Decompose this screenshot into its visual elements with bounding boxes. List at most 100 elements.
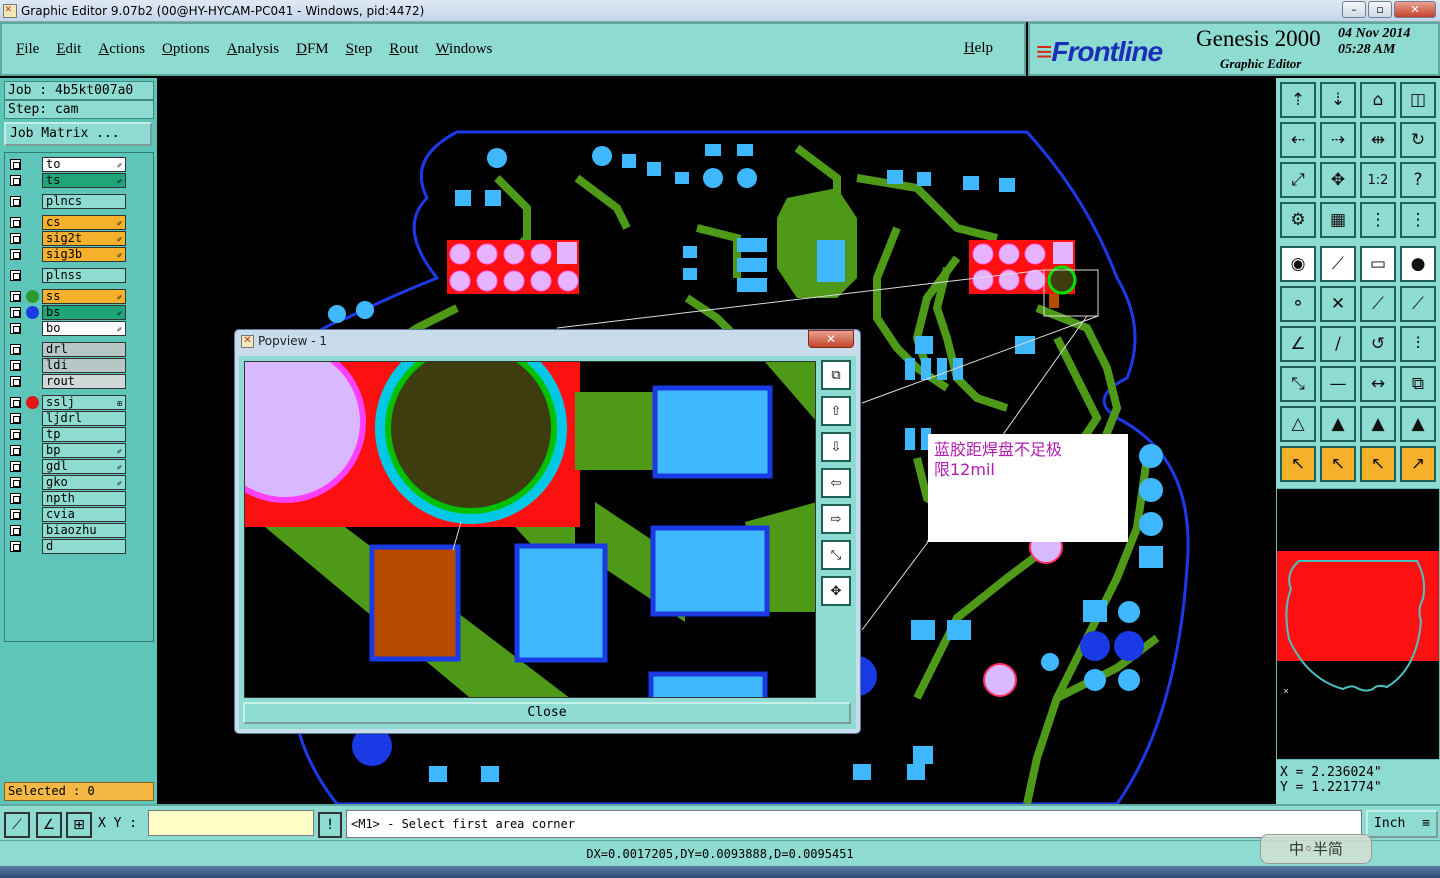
layer-checkbox[interactable]	[10, 493, 21, 504]
home-view-icon[interactable]: ⌂	[1360, 82, 1396, 118]
help-icon[interactable]: ?	[1400, 162, 1436, 198]
layer-row[interactable]: gdl ✐	[8, 459, 126, 474]
layer-name[interactable]: cvia	[42, 507, 126, 522]
menu-rout[interactable]: Rout	[389, 41, 418, 58]
layer-checkbox[interactable]	[10, 445, 21, 456]
layer-checkbox[interactable]	[10, 397, 21, 408]
angle-mode-icon[interactable]: ∠	[36, 812, 62, 838]
grid-snap-icon[interactable]: ⊞	[66, 812, 92, 838]
layer-checkbox[interactable]	[10, 175, 21, 186]
layer-checkbox[interactable]	[10, 429, 21, 440]
copy-icon[interactable]: ⧉	[1400, 366, 1436, 402]
layer-display-icon[interactable]: ⋮	[1360, 202, 1396, 238]
snap-mode-icon[interactable]: ⟋	[4, 812, 30, 838]
layer-row[interactable]: rout	[8, 374, 126, 389]
layer-row[interactable]: to ✐	[8, 157, 126, 172]
layer-checkbox[interactable]	[10, 509, 21, 520]
layer-name[interactable]: rout	[42, 374, 126, 389]
popview-close-button[interactable]: Close	[243, 702, 851, 724]
popview-pan-up-icon[interactable]: ⇧	[821, 396, 851, 426]
measure-icon[interactable]: ↔	[1360, 366, 1396, 402]
connect-icon[interactable]: ⚬	[1280, 286, 1316, 322]
layer-name[interactable]: biaozhu	[42, 523, 126, 538]
layer-row[interactable]: ss ✐	[8, 289, 126, 304]
layer-checkbox[interactable]	[10, 196, 21, 207]
layer-row[interactable]: ljdrl	[8, 411, 126, 426]
layer-name[interactable]: bs ✐	[42, 305, 126, 320]
popview-zoom-in-icon[interactable]: ⤡	[821, 540, 851, 570]
pan-down-icon[interactable]: ⇣	[1320, 82, 1356, 118]
layer-row[interactable]: sslj ⊞	[8, 395, 126, 410]
pointer-box-icon[interactable]: ↖	[1320, 446, 1356, 482]
close-window-button[interactable]: ✕	[1394, 1, 1436, 18]
menu-windows[interactable]: Windows	[435, 41, 492, 58]
layer-name[interactable]: ss ✐	[42, 289, 126, 304]
maximize-button[interactable]: ▫	[1368, 1, 1392, 18]
unit-selector[interactable]: Inch ≡	[1366, 810, 1438, 838]
menu-analysis[interactable]: Analysis	[227, 41, 280, 58]
popview-zoom-out-icon[interactable]: ✥	[821, 576, 851, 606]
layer-row[interactable]: d	[8, 539, 126, 554]
pad-icon[interactable]: ●	[1400, 246, 1436, 282]
layer-name[interactable]: gdl ✐	[42, 459, 126, 474]
layer-name[interactable]: bo ✐	[42, 321, 126, 336]
layer-checkbox[interactable]	[10, 159, 21, 170]
menu-file[interactable]: File	[16, 41, 39, 58]
pan-right-icon[interactable]: ⇢	[1320, 122, 1356, 158]
pan-left-icon[interactable]: ⇠	[1280, 122, 1316, 158]
menu-options[interactable]: Options	[162, 41, 210, 58]
add-arc-icon[interactable]: ⟋	[1400, 286, 1436, 322]
pointer-icon[interactable]: ↖	[1280, 446, 1316, 482]
ruler-icon[interactable]: ▭	[1360, 246, 1396, 282]
layer-row[interactable]: plnss	[8, 268, 126, 283]
layer-name[interactable]: sig3b ✐	[42, 247, 126, 262]
layer-checkbox[interactable]	[10, 461, 21, 472]
mirror-icon[interactable]: ⇹	[1360, 122, 1396, 158]
layer-checkbox[interactable]	[10, 525, 21, 536]
horizontal-line-icon[interactable]: —	[1320, 366, 1356, 402]
layer-name[interactable]: gko ✐	[42, 475, 126, 490]
warning-icon[interactable]: !	[318, 812, 342, 838]
select-feature-icon[interactable]: ◉	[1280, 246, 1316, 282]
popview-pan-down-icon[interactable]: ⇩	[821, 432, 851, 462]
layer-checkbox[interactable]	[10, 360, 21, 371]
triangle-arrow-icon[interactable]: ▲	[1360, 406, 1396, 442]
layer-checkbox[interactable]	[10, 477, 21, 488]
layer-row[interactable]: ldi	[8, 358, 126, 373]
triangle-outline-icon[interactable]: ▲	[1320, 406, 1356, 442]
menu-step[interactable]: Step	[346, 41, 373, 58]
layer-checkbox[interactable]	[10, 307, 21, 318]
job-matrix-button[interactable]: Job Matrix ...	[4, 122, 152, 146]
popview-zoom-window-icon[interactable]: ⧉	[821, 360, 851, 390]
layer-name[interactable]: bp ✐	[42, 443, 126, 458]
layer-row[interactable]: tp	[8, 427, 126, 442]
window-view-icon[interactable]: ◫	[1400, 82, 1436, 118]
popview-zoom-canvas[interactable]	[244, 361, 816, 698]
layer-name[interactable]: plnss	[42, 268, 126, 283]
move-icon[interactable]: ⤡	[1280, 366, 1316, 402]
select-line-icon[interactable]: ⟋	[1320, 246, 1356, 282]
layer-row[interactable]: sig2t ✐	[8, 231, 126, 246]
zoom-ratio-icon[interactable]: 1:2	[1360, 162, 1396, 198]
menu-edit[interactable]: Edit	[56, 41, 81, 58]
triangle-icon[interactable]: △	[1280, 406, 1316, 442]
layer-name[interactable]: cs ✐	[42, 215, 126, 230]
layer-name[interactable]: d	[42, 539, 126, 554]
pointer-path-icon[interactable]: ↗	[1400, 446, 1436, 482]
minimize-button[interactable]: –	[1342, 1, 1366, 18]
layer-name[interactable]: ldi	[42, 358, 126, 373]
zoom-fit-icon[interactable]: ⤢	[1280, 162, 1316, 198]
triangle-dim-icon[interactable]: ▲	[1400, 406, 1436, 442]
xy-input[interactable]	[148, 810, 314, 836]
add-line-icon[interactable]: ⟋	[1360, 286, 1396, 322]
layer-checkbox[interactable]	[10, 233, 21, 244]
ime-indicator[interactable]: 中◦半简	[1260, 834, 1372, 864]
cross-icon[interactable]: ✕	[1320, 286, 1356, 322]
popview-pan-left-icon[interactable]: ⇦	[821, 468, 851, 498]
layer-checkbox[interactable]	[10, 291, 21, 302]
layer-name[interactable]: npth	[42, 491, 126, 506]
layer-name[interactable]: drl	[42, 342, 126, 357]
layer-row[interactable]: biaozhu	[8, 523, 126, 538]
layer-row[interactable]: bs ✐	[8, 305, 126, 320]
layer-row[interactable]: sig3b ✐	[8, 247, 126, 262]
